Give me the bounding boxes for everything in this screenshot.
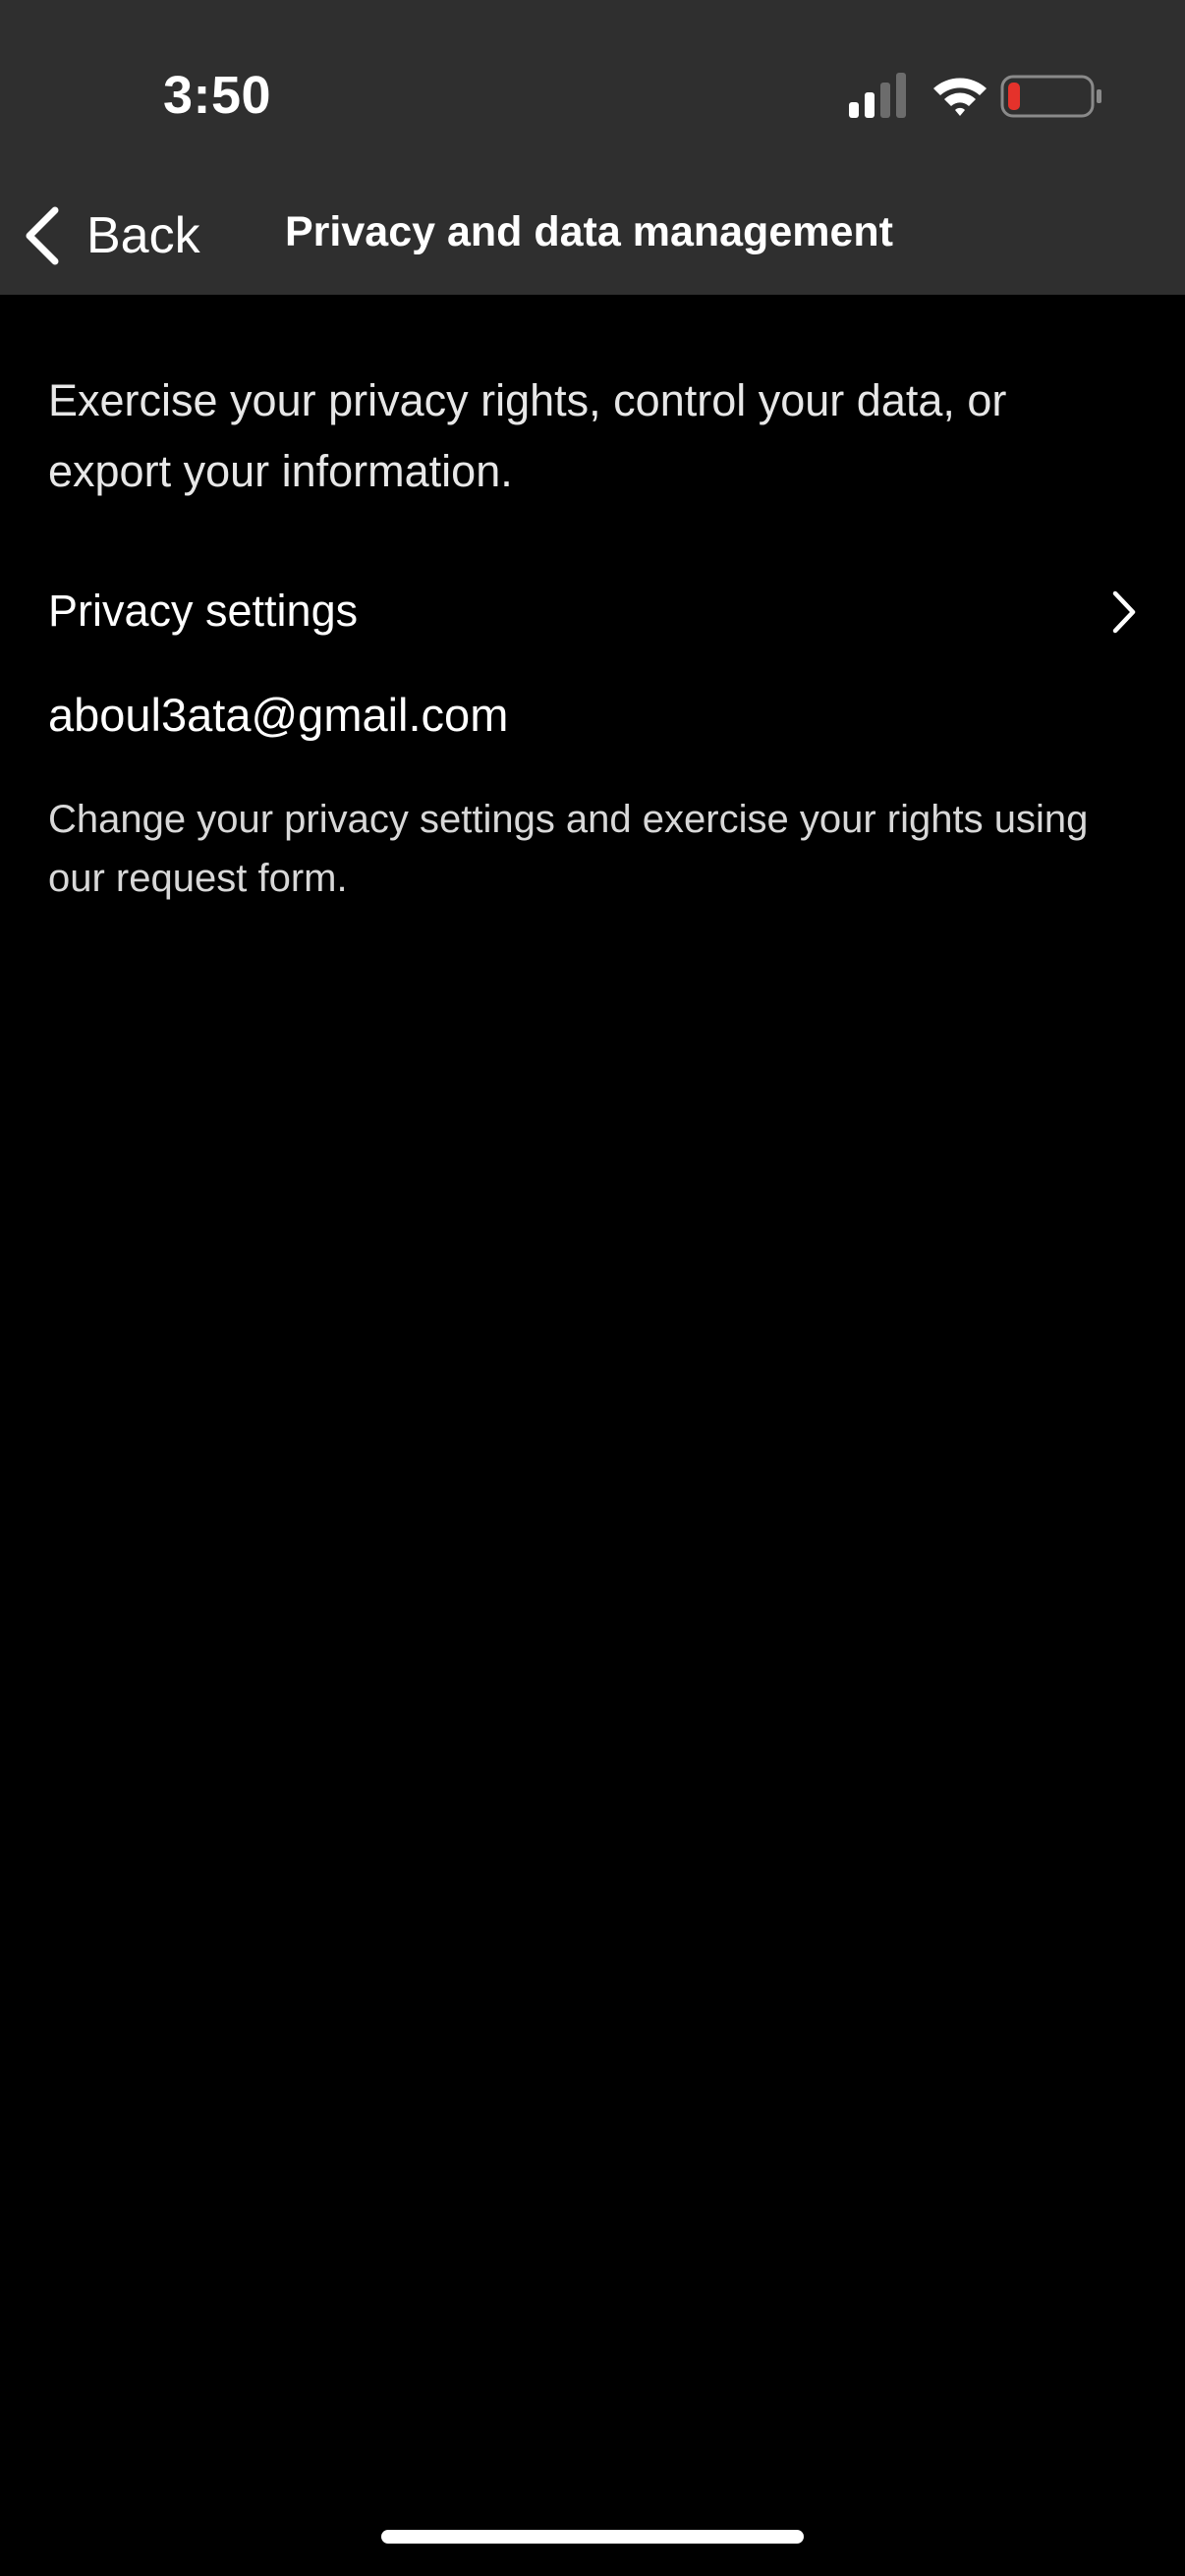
status-icons: [847, 71, 1142, 120]
privacy-help-text: Change your privacy settings and exercis…: [48, 798, 1089, 900]
page-title: Privacy and data management: [285, 208, 893, 255]
chevron-left-icon: [26, 206, 59, 265]
wifi-icon: [933, 78, 987, 116]
battery-low-icon: [1000, 75, 1101, 118]
chevron-right-icon: [1112, 590, 1136, 634]
privacy-settings-row[interactable]: Privacy settings: [48, 580, 1139, 648]
status-time: 3:50: [163, 66, 272, 125]
intro-text: Exercise your privacy rights, control yo…: [48, 375, 1007, 496]
top-bar: 3:50 Back Privacy and data management: [0, 0, 1185, 295]
account-email: aboul3ata@gmail.com: [48, 689, 509, 741]
back-label: Back: [86, 207, 200, 264]
navigation-bar: Back Privacy and data management: [0, 177, 1185, 295]
home-indicator[interactable]: [381, 2530, 804, 2544]
cellular-signal-icon: [849, 73, 906, 118]
back-button[interactable]: Back: [20, 198, 200, 273]
privacy-settings-label: Privacy settings: [48, 586, 359, 636]
